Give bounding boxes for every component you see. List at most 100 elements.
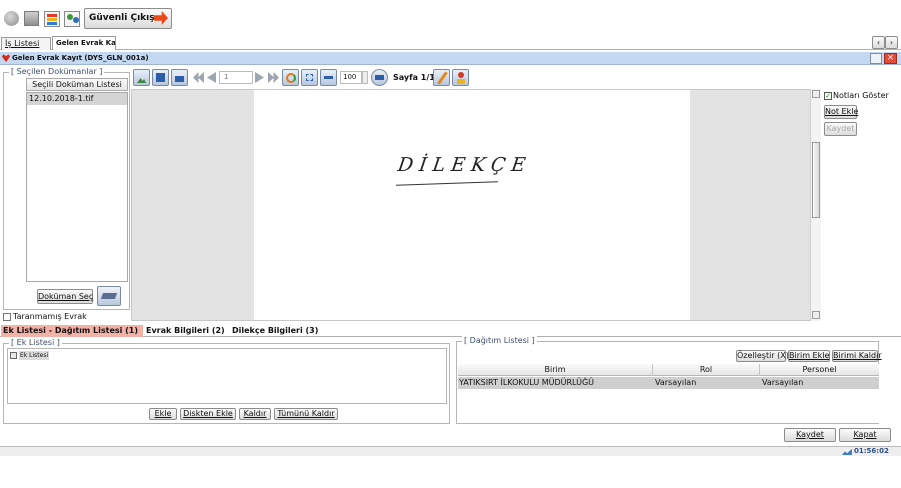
colored-bars-icon[interactable] <box>44 11 60 27</box>
remove-all-button[interactable]: Tümünü Kaldır <box>274 408 338 420</box>
tab-label: Ek Listesi - Dağıtım Listesi (1) <box>3 326 139 335</box>
attachment-list-legend: [ Ek Listesi ] <box>9 338 62 347</box>
fit-page-icon[interactable] <box>301 69 318 86</box>
close-button[interactable]: Kapat <box>839 428 891 442</box>
select-document-button[interactable]: Doküman Seç <box>37 289 93 304</box>
main-tab-bar: İş Listesi Gelen Evrak Kayıt ‹ › <box>0 35 901 50</box>
first-page-icon[interactable] <box>193 72 204 83</box>
rotate-icon[interactable] <box>282 69 299 86</box>
close-icon[interactable]: × <box>884 53 897 64</box>
remove-unit-button[interactable]: Birimi Kaldır <box>832 350 882 362</box>
save-as-icon[interactable] <box>152 69 169 86</box>
list-item[interactable]: 12.10.2018-1.tif <box>27 93 127 105</box>
print-icon[interactable] <box>371 69 388 86</box>
button-label: Kaldır <box>243 409 267 418</box>
zoom-value: 100 <box>343 73 357 81</box>
clock: 01:56:02 <box>854 447 889 455</box>
last-page-icon[interactable] <box>268 72 279 83</box>
save-icon[interactable] <box>171 69 188 86</box>
button-label: Kapat <box>853 430 877 439</box>
stamp-icon[interactable] <box>452 69 469 86</box>
cell-rol: Varsayılan <box>655 378 697 387</box>
viewer-scrollbar[interactable] <box>810 89 821 321</box>
button-label: Ekle <box>154 409 172 418</box>
add-from-disk-button[interactable]: Diskten Ekle <box>180 408 236 420</box>
status-bar: 01:56:02 <box>0 446 901 456</box>
save-button[interactable]: Kaydet <box>784 428 836 442</box>
restore-icon[interactable] <box>870 53 882 64</box>
notes-panel: ✓ Notları Göster Not Ekle Kaydet <box>821 89 891 321</box>
save-note-button[interactable]: Kaydet <box>824 122 857 136</box>
zoom-input[interactable]: 100 <box>340 71 362 84</box>
window-title-bar: Gelen Evrak Kayıt (DYS_GLN_001a) × <box>0 52 901 65</box>
scroll-up-icon[interactable] <box>812 90 820 98</box>
tab-label: İş Listesi <box>5 39 40 48</box>
distribution-table: Birim Rol Personel YATIKSIRT İLKOKULU MÜ… <box>458 364 879 423</box>
column-header-rol[interactable]: Rol <box>653 364 760 376</box>
zoom-spinner-icon[interactable] <box>362 71 368 84</box>
button-label: Kaydet <box>796 430 824 439</box>
tree-root-label[interactable]: Ek Listesi <box>19 351 50 360</box>
cell-birim: YATIKSIRT İLKOKULU MÜDÜRLÜĞÜ <box>459 378 595 387</box>
stop-icon[interactable] <box>24 11 39 26</box>
button-label: Birimi Kaldır <box>833 351 882 360</box>
button-label: Kaydet <box>826 124 855 133</box>
attachment-list-panel: [ Ek Listesi ] Ek Listesi Ekle Diskten E… <box>3 338 450 424</box>
add-attachment-button[interactable]: Ekle <box>149 408 177 420</box>
viewer-toolbar: 1 100 Sayfa 1/1 <box>131 68 891 88</box>
column-header-personel[interactable]: Personel <box>760 364 879 376</box>
page-input[interactable]: 1 <box>219 71 253 84</box>
add-unit-button[interactable]: Birim Ekle <box>788 350 830 362</box>
show-notes-label: Notları Göster <box>833 91 889 100</box>
tab-gelen-evrak-kayit[interactable]: Gelen Evrak Kayıt <box>52 36 116 50</box>
column-label: Birim <box>544 365 566 374</box>
tab-is-listesi[interactable]: İş Listesi <box>1 37 51 50</box>
tab-ek-listesi-dagitim[interactable]: Ek Listesi - Dağıtım Listesi (1) <box>1 325 143 337</box>
unscanned-label: Taranmamış Evrak <box>13 312 87 321</box>
button-label: Not Ekle <box>825 107 859 116</box>
scroll-right-button[interactable]: › <box>885 36 898 49</box>
scanner-icon[interactable] <box>97 286 121 306</box>
tab-evrak-bilgileri[interactable]: Evrak Bilgileri (2) <box>146 325 225 337</box>
unscanned-checkbox[interactable] <box>3 313 11 321</box>
remove-attachment-button[interactable]: Kaldır <box>239 408 271 420</box>
users-icon[interactable] <box>64 11 80 27</box>
selected-docs-header: Seçili Doküman Listesi <box>26 78 128 91</box>
document-viewer[interactable]: DİLEKÇE <box>131 89 821 321</box>
button-label: Özelleştir (X) <box>737 351 789 360</box>
selected-docs-legend: [ Seçilen Dokümanlar ] <box>9 67 105 76</box>
column-header-birim[interactable]: Birim <box>458 364 653 376</box>
tab-dilekce-bilgileri[interactable]: Dilekçe Bilgileri (3) <box>232 325 318 337</box>
selected-docs-list[interactable]: 12.10.2018-1.tif <box>26 92 128 282</box>
tree-root-icon <box>10 352 17 359</box>
customize-button[interactable]: Özelleştir (X) <box>736 350 789 362</box>
table-header: Birim Rol Personel <box>458 364 879 376</box>
distribution-list-panel: [ Dağıtım Listesi ] Özelleştir (X) Birim… <box>456 336 882 424</box>
scroll-left-button[interactable]: ‹ <box>872 36 885 49</box>
add-note-button[interactable]: Not Ekle <box>824 105 859 119</box>
tab-label: Gelen Evrak Kayıt <box>56 39 116 47</box>
lower-tab-bar: Ek Listesi - Dağıtım Listesi (1) Evrak B… <box>0 325 901 337</box>
show-notes-checkbox[interactable]: ✓ <box>824 92 832 100</box>
top-toolbar: Güvenli Çıkış <box>0 0 901 34</box>
logout-button[interactable]: Güvenli Çıkış <box>84 8 172 29</box>
document-page: DİLEKÇE <box>254 90 690 320</box>
page-indicator: Sayfa 1/1 <box>393 73 435 82</box>
image-icon[interactable] <box>133 69 150 86</box>
column-label: Personel <box>802 365 837 374</box>
column-label: Rol <box>699 365 713 374</box>
table-row[interactable]: YATIKSIRT İLKOKULU MÜDÜRLÜĞÜ Varsayılan … <box>458 377 879 389</box>
scroll-thumb[interactable] <box>812 142 820 218</box>
fit-width-icon[interactable] <box>320 69 337 86</box>
annotate-pen-icon[interactable] <box>433 69 450 86</box>
tab-label: Evrak Bilgileri (2) <box>146 326 225 335</box>
scroll-down-icon[interactable] <box>812 311 820 319</box>
signature-underline <box>396 181 498 186</box>
attachment-tree[interactable]: Ek Listesi <box>7 348 447 404</box>
next-page-icon[interactable] <box>255 72 264 83</box>
logout-label: Güvenli Çıkış <box>89 13 155 23</box>
header-label: Seçili Doküman Listesi <box>32 80 122 89</box>
circle-icon[interactable] <box>4 11 19 26</box>
window-title: Gelen Evrak Kayıt (DYS_GLN_001a) <box>12 54 149 62</box>
previous-page-icon[interactable] <box>207 72 216 83</box>
